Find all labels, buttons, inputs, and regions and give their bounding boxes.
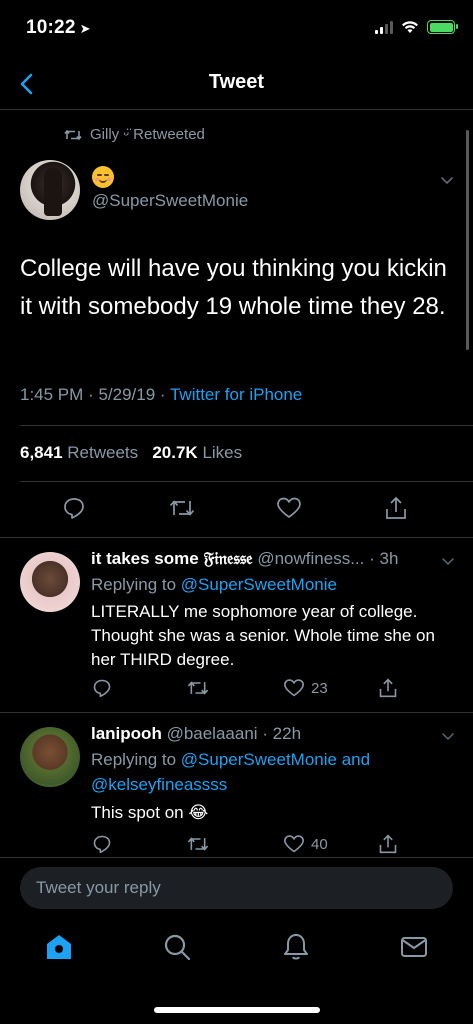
reply-author-handle[interactable]: @baelaaani	[167, 724, 258, 743]
likes-label: Likes	[202, 443, 243, 462]
reply-icon	[64, 498, 84, 519]
tweet-stats: 6,841 Retweets 20.7K Likes	[20, 443, 242, 463]
reply-author: it takes some 𝔉𝔦𝔫𝔢𝔰𝔰𝔢 @nowfiness... · 3h	[91, 549, 398, 569]
retweeted-by: Gilly ᵕ̈ Retweeted	[64, 126, 205, 143]
reply-text: This spot on 😂	[91, 803, 209, 822]
replying-to-link[interactable]: @SuperSweetMonie	[181, 575, 337, 594]
reply-author-name[interactable]: it takes some 𝔉𝔦𝔫𝔢𝔰𝔰𝔢	[91, 549, 253, 568]
reply-options-chevron-icon[interactable]	[441, 729, 455, 743]
retweet-icon	[187, 681, 209, 695]
tweet-meta: 1:45 PM · 5/29/19 · Twitter for iPhone	[20, 385, 303, 404]
tweet-options-chevron-icon[interactable]	[439, 172, 455, 188]
share-button[interactable]	[378, 677, 398, 699]
share-button[interactable]	[378, 833, 398, 855]
like-button[interactable]	[276, 496, 302, 520]
nav-bar: Tweet	[0, 60, 473, 110]
replying-to: Replying to @SuperSweetMonie	[91, 572, 337, 597]
author-avatar[interactable]	[20, 160, 80, 220]
share-icon	[379, 834, 397, 854]
location-arrow-icon: ➤	[79, 21, 91, 36]
search-icon	[164, 934, 191, 961]
tab-home[interactable]	[44, 932, 74, 962]
reply-button[interactable]	[92, 678, 112, 698]
scrollbar[interactable]	[466, 130, 469, 350]
share-button[interactable]	[384, 495, 408, 521]
retweet-icon	[169, 500, 195, 516]
bell-icon	[284, 934, 308, 960]
tweet-date: 5/29/19	[98, 385, 156, 404]
retweets-count: 6,841	[20, 443, 63, 462]
tweet-time: 1:45 PM	[20, 385, 84, 404]
reply-avatar[interactable]	[20, 552, 80, 612]
reply-time: · 22h	[262, 724, 302, 743]
reply-author: lanipooh @baelaaani · 22h	[91, 724, 301, 744]
author-name-emoji-icon[interactable]	[92, 166, 114, 188]
retweeted-by-label: Gilly ᵕ̈ Retweeted	[90, 126, 205, 143]
reply-button[interactable]	[62, 496, 86, 520]
reply-button[interactable]	[92, 834, 112, 854]
reply-icon	[93, 835, 111, 854]
divider	[0, 857, 473, 858]
retweet-icon	[187, 837, 209, 851]
retweet-button[interactable]	[168, 496, 196, 520]
share-icon	[386, 496, 406, 519]
reply-input[interactable]	[20, 867, 453, 909]
retweet-button[interactable]	[186, 678, 210, 698]
retweets-label: Retweets	[67, 443, 139, 462]
like-button[interactable]: 23	[283, 678, 328, 698]
wifi-icon	[402, 21, 418, 33]
tab-messages[interactable]	[399, 932, 429, 962]
retweets-stat[interactable]: 6,841 Retweets	[20, 443, 138, 462]
status-time: 10:22 ➤	[26, 17, 91, 39]
tab-notifications[interactable]	[281, 932, 311, 962]
status-icons	[375, 20, 458, 34]
reply-composer[interactable]	[20, 867, 453, 909]
replying-to-link[interactable]: @SuperSweetMonie and	[181, 750, 370, 769]
author-handle[interactable]: @SuperSweetMonie	[92, 191, 248, 211]
retweet-button[interactable]	[186, 834, 210, 854]
share-icon	[379, 678, 397, 698]
replying-to-prefix: Replying to	[91, 575, 177, 594]
reply-avatar[interactable]	[20, 727, 80, 787]
replying-to-prefix: Replying to	[91, 750, 177, 769]
clock: 10:22	[26, 17, 76, 38]
battery-icon	[427, 20, 458, 34]
likes-count: 20.7K	[152, 443, 198, 462]
tweet-text: College will have you thinking you kicki…	[20, 255, 447, 320]
home-icon	[47, 935, 71, 959]
page-title: Tweet	[208, 71, 265, 93]
reply-author-handle[interactable]: @nowfiness...	[257, 549, 364, 568]
like-count: 40	[311, 835, 328, 853]
home-indicator[interactable]	[154, 1007, 320, 1013]
divider	[20, 425, 473, 426]
status-bar: 10:22 ➤	[0, 0, 473, 60]
reply-author-name[interactable]: lanipooh	[91, 724, 162, 743]
cellular-signal-icon	[375, 20, 393, 34]
reply-time: · 3h	[369, 549, 399, 568]
tab-bar	[0, 918, 473, 988]
divider	[20, 481, 473, 482]
reply-text: LITERALLY me sophomore year of college. …	[91, 602, 435, 669]
replying-to-link[interactable]: @kelseyfineassss	[91, 775, 227, 794]
heart-icon	[277, 497, 301, 518]
like-count: 23	[311, 679, 328, 697]
heart-icon	[284, 679, 304, 697]
heart-icon	[284, 835, 304, 853]
tab-search[interactable]	[162, 932, 192, 962]
replying-to: Replying to @SuperSweetMonie and @kelsey…	[91, 747, 370, 797]
likes-stat[interactable]: 20.7K Likes	[152, 443, 242, 462]
retweet-icon	[64, 129, 82, 140]
reply-icon	[93, 679, 111, 698]
tweet-source-link[interactable]: Twitter for iPhone	[170, 385, 302, 404]
like-button[interactable]: 40	[283, 834, 328, 854]
divider	[0, 537, 473, 538]
divider	[0, 712, 473, 713]
reply-options-chevron-icon[interactable]	[441, 554, 455, 568]
mail-icon	[401, 937, 427, 957]
